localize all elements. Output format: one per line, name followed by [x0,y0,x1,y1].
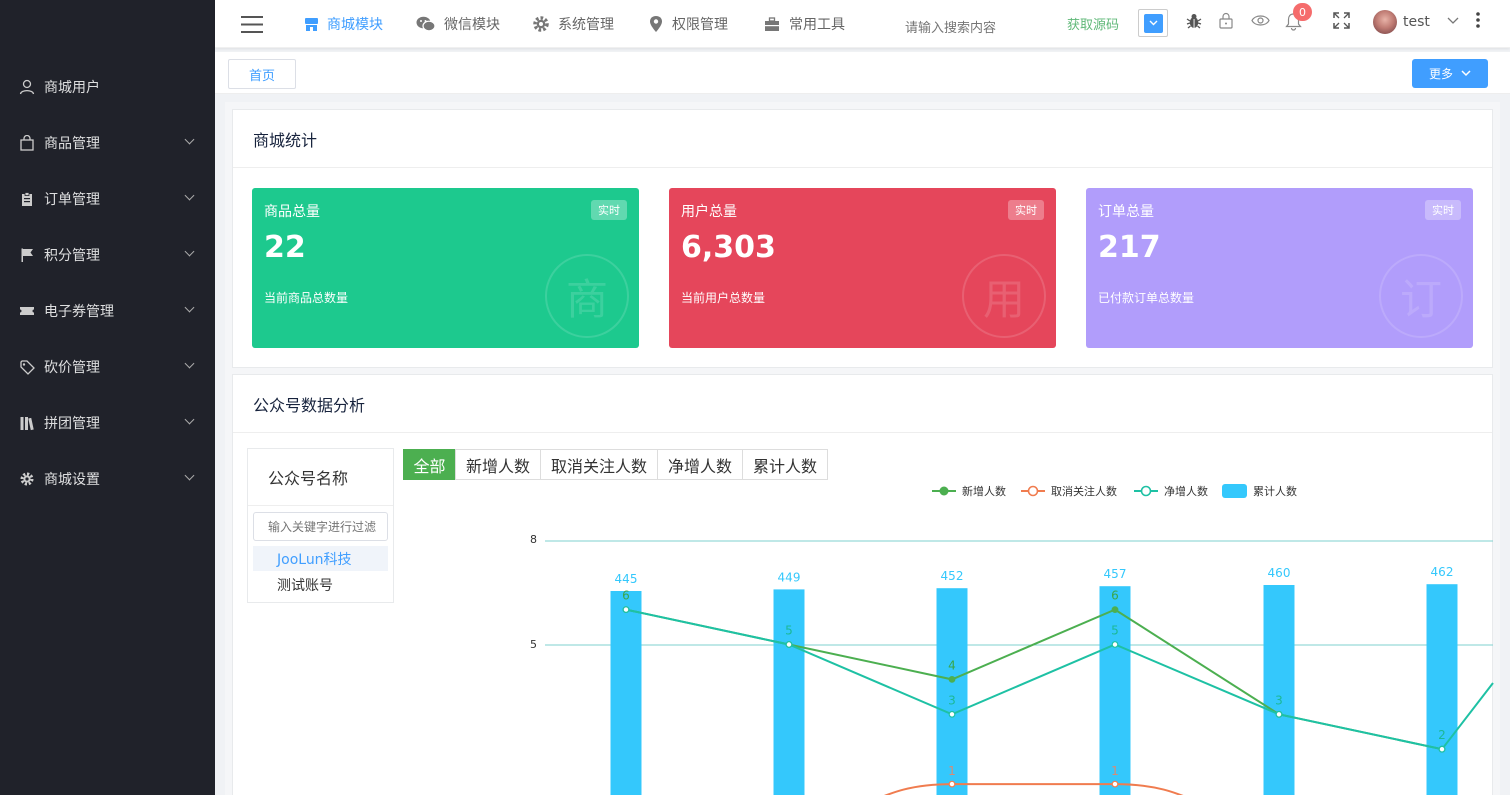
search-input[interactable] [905,16,1055,40]
stat-value: 6,303 [681,230,776,265]
chevron-down-icon [184,302,195,313]
watermark-seal: 订 [1379,254,1463,338]
shop-icon [304,17,319,32]
chevron-down-icon [184,358,195,369]
watermark-seal: 商 [545,254,629,338]
notification-badge: 0 [1293,3,1312,21]
page-tabs-bar: 首页 更多 [215,52,1510,94]
realtime-badge: 实时 [1425,200,1461,220]
more-vertical-icon[interactable] [1475,11,1481,29]
chevron-down-icon [184,190,195,201]
stat-title: 商品总量 [264,204,320,220]
stat-subtitle: 已付款订单总数量 [1098,291,1195,305]
sidebar: 商城用户 商品管理 订单管理 积分管理 电子券管理 砍价管理 拼团管理 商城设置 [0,0,215,795]
sidebar-item-group-buy[interactable]: 拼团管理 [0,403,215,443]
fullscreen-icon[interactable] [1333,12,1350,29]
stat-title: 用户总量 [681,204,737,220]
nav-tab-label: 微信模块 [444,17,500,33]
realtime-badge: 实时 [591,200,627,220]
clipboard-icon [19,191,35,207]
sidebar-item-coupons[interactable]: 电子券管理 [0,291,215,331]
chevron-down-icon [1461,70,1471,77]
account-item[interactable]: JooLun科技 [253,546,388,571]
user-icon [19,79,35,95]
sidebar-item-points[interactable]: 积分管理 [0,235,215,275]
toolbox-icon [764,16,780,32]
card-title: 商城统计 [233,110,1492,168]
stat-title: 订单总量 [1098,204,1154,220]
nav-tab-tools[interactable]: 常用工具 [764,14,845,34]
get-source-link[interactable]: 获取源码 [1067,14,1119,33]
chevron-down-icon [1143,13,1163,33]
stat-card-users: 用户总量 实时 6,303 当前用户总数量 用 [669,188,1056,348]
nav-tab-permissions[interactable]: 权限管理 [649,14,728,34]
eye-icon[interactable] [1251,14,1270,27]
sidebar-item-label: 商城设置 [44,472,100,488]
nav-tab-label: 权限管理 [672,17,728,33]
sidebar-item-label: 拼团管理 [44,416,100,432]
hamburger-menu-icon[interactable] [241,16,263,33]
watermark-seal: 用 [962,254,1046,338]
card-title: 公众号数据分析 [233,375,1492,433]
more-button-label: 更多 [1428,67,1453,81]
nav-tab-label: 商城模块 [327,17,383,33]
nav-tab-label: 系统管理 [558,17,614,33]
account-item[interactable]: 测试账号 [253,572,388,597]
chevron-down-icon [184,246,195,257]
filter-tab-all[interactable]: 全部 [403,449,456,480]
chevron-down-icon [184,414,195,425]
wechat-icon [416,16,436,32]
nav-tab-wechat[interactable]: 微信模块 [416,14,500,34]
shopping-bag-icon [19,135,35,151]
avatar [1373,10,1397,34]
filter-tab-unsubscribe[interactable]: 取消关注人数 [540,449,658,480]
nav-tab-label: 常用工具 [789,17,845,33]
ticket-icon [19,303,35,319]
account-filter-input[interactable] [253,512,388,541]
sidebar-item-mall-settings[interactable]: 商城设置 [0,459,215,499]
sidebar-item-label: 订单管理 [44,192,100,208]
theme-dropdown[interactable] [1138,9,1168,37]
nav-tab-mall[interactable]: 商城模块 [304,14,383,34]
tag-icon [19,359,35,375]
sidebar-item-products[interactable]: 商品管理 [0,123,215,163]
sidebar-item-mall-users[interactable]: 商城用户 [0,67,215,107]
sidebar-item-label: 砍价管理 [44,360,100,376]
chevron-down-icon [184,470,195,481]
sidebar-item-label: 商品管理 [44,136,100,152]
stat-subtitle: 当前用户总数量 [681,291,766,305]
chevron-down-icon [184,134,195,145]
tab-home[interactable]: 首页 [228,59,296,89]
stat-value: 217 [1098,230,1161,265]
stat-value: 22 [264,230,306,265]
user-menu[interactable]: test [1373,10,1430,34]
username: test [1403,14,1430,30]
stat-card-products: 商品总量 实时 22 当前商品总数量 商 [252,188,639,348]
nav-tab-system[interactable]: 系统管理 [532,14,614,34]
sidebar-item-label: 电子券管理 [44,304,114,320]
sidebar-item-bargain[interactable]: 砍价管理 [0,347,215,387]
account-panel-title: 公众号名称 [248,449,393,506]
wechat-analysis-card: 公众号数据分析 [232,374,1493,795]
filter-tab-new-users[interactable]: 新增人数 [455,449,541,480]
gear-icon [532,15,550,33]
sidebar-item-label: 积分管理 [44,248,100,264]
library-icon [19,415,35,431]
stat-subtitle: 当前商品总数量 [264,291,349,305]
top-navbar: 商城模块 微信模块 系统管理 权限管理 常用工具 获取源码 0 te [215,0,1510,48]
flag-icon [19,247,35,263]
filter-tab-cumulative[interactable]: 累计人数 [742,449,828,480]
stat-card-orders: 订单总量 实时 217 已付款订单总数量 订 [1086,188,1473,348]
lock-icon[interactable] [1219,12,1233,29]
filter-tab-net-growth[interactable]: 净增人数 [657,449,743,480]
realtime-badge: 实时 [1008,200,1044,220]
location-shield-icon [649,15,663,33]
chevron-down-icon[interactable] [1447,17,1459,25]
sidebar-item-orders[interactable]: 订单管理 [0,179,215,219]
gear-icon [19,471,35,487]
sidebar-item-label: 商城用户 [44,80,100,96]
more-button[interactable]: 更多 [1412,59,1488,88]
bug-icon[interactable] [1185,12,1203,30]
account-panel: 公众号名称 JooLun科技 测试账号 [247,448,394,603]
